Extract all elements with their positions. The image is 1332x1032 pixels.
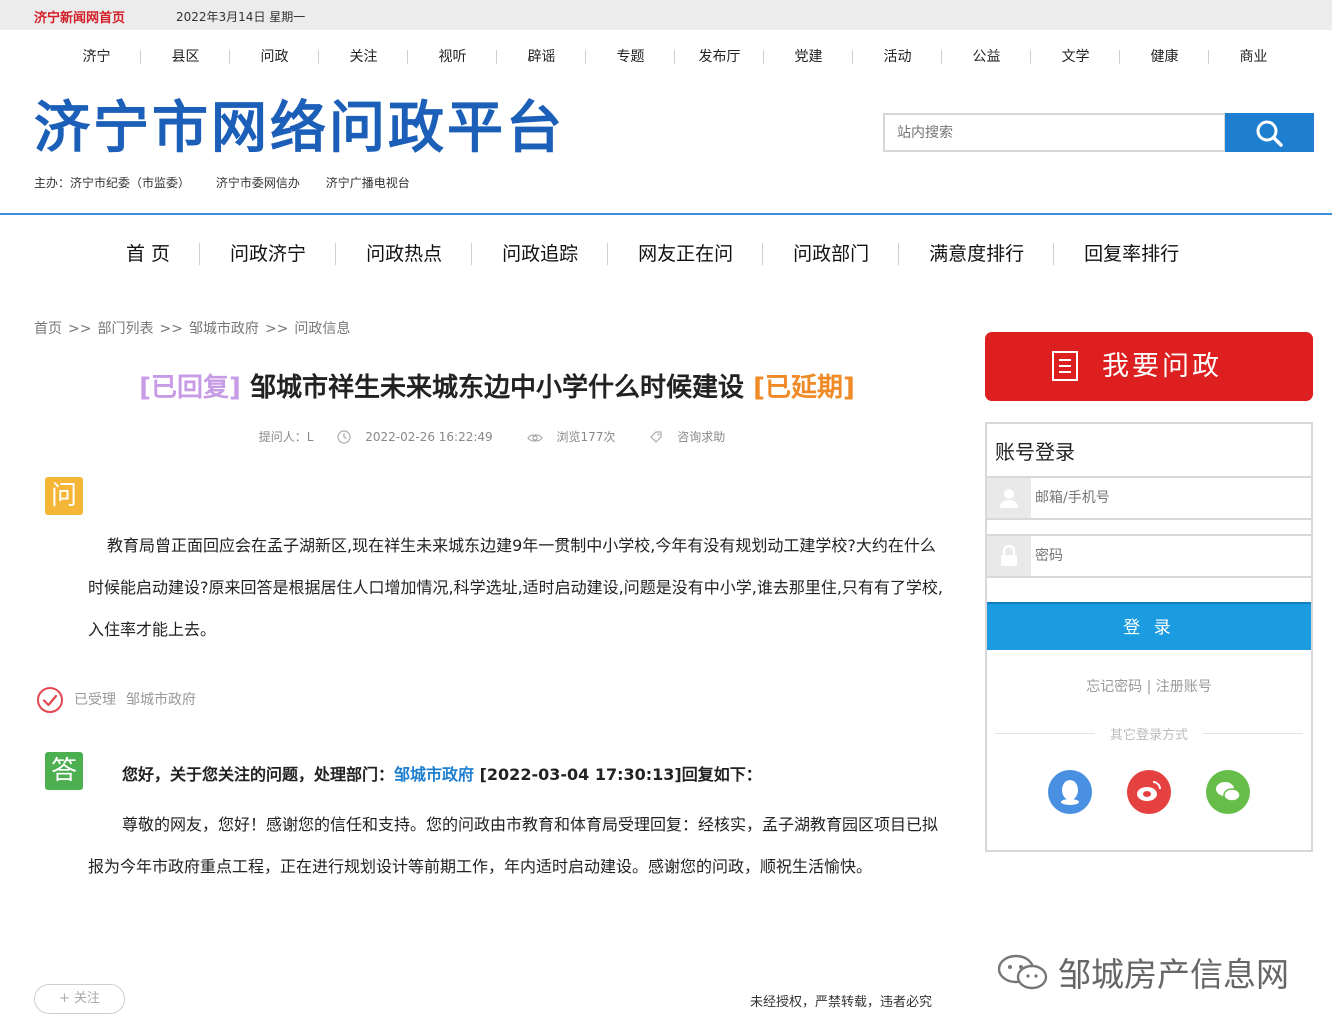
sponsor-item: 济宁市委网信办 (215, 176, 300, 190)
username-input[interactable] (1035, 482, 1295, 514)
question-meta: 提问人：L 2022-02-26 16:22:49 浏览177次 咨询求助 (34, 428, 960, 445)
document-icon (1052, 351, 1078, 381)
post-time: 2022-02-26 16:22:49 (365, 430, 493, 444)
channel-nav: 济宁 县区 问政 关注 视听 辟谣 专题 发布厅 党建 活动 公益 文学 健康 … (52, 46, 1300, 68)
channel-item[interactable]: 发布厅 (675, 46, 764, 68)
views-group: 浏览177次 (526, 430, 626, 444)
nav-reply-rate-ranking[interactable]: 回复率排行 (1054, 240, 1209, 268)
breadcrumb-dept-list[interactable]: 部门列表 (97, 321, 153, 337)
channel-item[interactable]: 县区 (141, 46, 230, 68)
wechat-icon (1216, 782, 1241, 802)
question-title-text: 邹城市祥生未来城东边中小学什么时候建设 (249, 373, 744, 403)
question-category: 咨询求助 (677, 430, 726, 444)
nav-hot-topics[interactable]: 问政热点 (336, 240, 473, 268)
login-title: 账号登录 (995, 440, 1075, 464)
password-input[interactable] (1035, 540, 1295, 572)
replied-tag: [已回复] (139, 373, 241, 403)
status-dept: 邹城市政府 (126, 692, 196, 708)
sponsor-item: 济宁广播电视台 (325, 176, 410, 190)
nav-departments[interactable]: 问政部门 (763, 240, 900, 268)
nav-satisfaction-ranking[interactable]: 满意度排行 (899, 240, 1055, 268)
reply-dept-link[interactable]: 邹城市政府 (394, 765, 474, 784)
channel-item[interactable]: 文学 (1031, 46, 1120, 68)
view-count: 浏览177次 (556, 430, 616, 444)
search-button[interactable] (1225, 113, 1314, 152)
copyright-notice: 未经授权，严禁转载，违者必究 (750, 995, 933, 1010)
channel-item[interactable]: 商业 (1209, 46, 1298, 68)
question-badge: 问 (45, 477, 83, 515)
breadcrumb-separator: >> (68, 321, 92, 337)
other-login-label: 其它登录方式 (995, 724, 1303, 743)
channel-item[interactable]: 公益 (942, 46, 1031, 68)
login-button[interactable]: 登 录 (987, 602, 1311, 650)
site-search (883, 113, 1314, 152)
user-icon (1000, 489, 1018, 508)
answer-badge: 答 (45, 752, 83, 790)
breadcrumb: 首页 >> 部门列表 >> 邹城市政府 >> 问政信息 (34, 318, 350, 338)
nav-home[interactable]: 首 页 (96, 240, 201, 268)
watermark: 邹城房产信息网 (996, 952, 1289, 995)
nav-netizens-asking[interactable]: 网友正在问 (608, 240, 764, 268)
watermark-text: 邹城房产信息网 (1058, 955, 1289, 994)
weibo-login-button[interactable] (1127, 770, 1171, 814)
channel-item[interactable]: 党建 (764, 46, 853, 68)
channel-item[interactable]: 关注 (319, 46, 408, 68)
search-input[interactable] (883, 113, 1226, 152)
asker: 提问人：L (258, 430, 314, 444)
search-icon (1256, 120, 1283, 147)
channel-item[interactable]: 健康 (1120, 46, 1209, 68)
question-title: [已回复] 邹城市祥生未来城东边中小学什么时候建设 [已延期] (34, 368, 960, 408)
news-home-link[interactable]: 济宁新闻网首页 (34, 7, 125, 26)
nav-ask-jining[interactable]: 问政济宁 (200, 240, 337, 268)
breadcrumb-dept[interactable]: 邹城市政府 (189, 321, 259, 337)
ask-question-button[interactable]: 我要问政 (985, 332, 1313, 401)
nav-tracking[interactable]: 问政追踪 (472, 240, 609, 268)
wechat-login-button[interactable] (1206, 770, 1250, 814)
tag-icon (650, 431, 662, 443)
user-icon-box (987, 478, 1031, 518)
current-date: 2022年3月14日 星期一 (176, 10, 306, 24)
channel-item[interactable]: 济宁 (52, 46, 141, 68)
lock-icon-box (987, 536, 1031, 576)
breadcrumb-separator: >> (159, 321, 183, 337)
login-panel: 账号登录 登 录 忘记密码 | 注册账号 其它登录方式 (985, 422, 1313, 852)
account-links[interactable]: 忘记密码 | 注册账号 (987, 676, 1311, 696)
category-group: 咨询求助 (649, 430, 735, 444)
reply-header: 您好，关于您关注的问题，处理部门：邹城市政府 [2022-03-04 17:30… (122, 762, 762, 788)
post-time-group: 2022-02-26 16:22:49 (337, 430, 502, 444)
breadcrumb-home[interactable]: 首页 (34, 321, 62, 337)
breadcrumb-separator: >> (264, 321, 289, 337)
qq-login-button[interactable] (1048, 770, 1092, 814)
main-nav: 首 页 问政济宁 问政热点 问政追踪 网友正在问 问政部门 满意度排行 回复率排… (96, 240, 1209, 268)
password-field-wrap (987, 534, 1311, 578)
reply-prefix: 您好，关于您关注的问题，处理部门： (122, 765, 395, 784)
question-body: 教育局曾正面回应会在孟子湖新区,现在祥生未来城东边建9年一贯制中小学校,今年有没… (88, 536, 944, 639)
wechat-watermark-icon (997, 954, 1048, 990)
username-field-wrap (987, 476, 1311, 520)
qq-icon (1061, 780, 1079, 805)
channel-item[interactable]: 视听 (408, 46, 497, 68)
weibo-icon (1137, 781, 1161, 801)
lock-icon (1001, 545, 1017, 566)
ask-question-label: 我要问政 (1102, 351, 1222, 382)
breadcrumb-current: 问政信息 (294, 321, 351, 337)
reply-body: 尊敬的网友，您好！感谢您的信任和支持。您的问政由市教育和体育局受理回复：经核实，… (88, 815, 939, 876)
header-divider (0, 213, 1332, 215)
channel-item[interactable]: 专题 (586, 46, 675, 68)
site-logo[interactable]: 济宁市网络问政平台 (34, 92, 565, 164)
follow-button[interactable]: + 关注 (34, 984, 125, 1014)
top-bar: 济宁新闻网首页 2022年3月14日 星期一 (0, 0, 1332, 30)
delayed-tag: [已延期] (753, 373, 855, 403)
accepted-status: 已受理 邹城市政府 (36, 686, 196, 713)
reply-suffix: [2022-03-04 17:30:13]回复如下： (474, 765, 762, 784)
check-circle-icon (37, 687, 63, 713)
channel-item[interactable]: 问政 (230, 46, 319, 68)
channel-item[interactable]: 辟谣 (497, 46, 586, 68)
channel-item[interactable]: 活动 (853, 46, 942, 68)
sponsor-item: 主办：济宁市纪委（市监委） (34, 176, 191, 190)
status-label: 已受理 (74, 692, 116, 708)
eye-icon (526, 434, 543, 442)
sponsors: 主办：济宁市纪委（市监委） 济宁市委网信办 济宁广播电视台 (34, 174, 432, 191)
clock-icon (337, 430, 351, 444)
